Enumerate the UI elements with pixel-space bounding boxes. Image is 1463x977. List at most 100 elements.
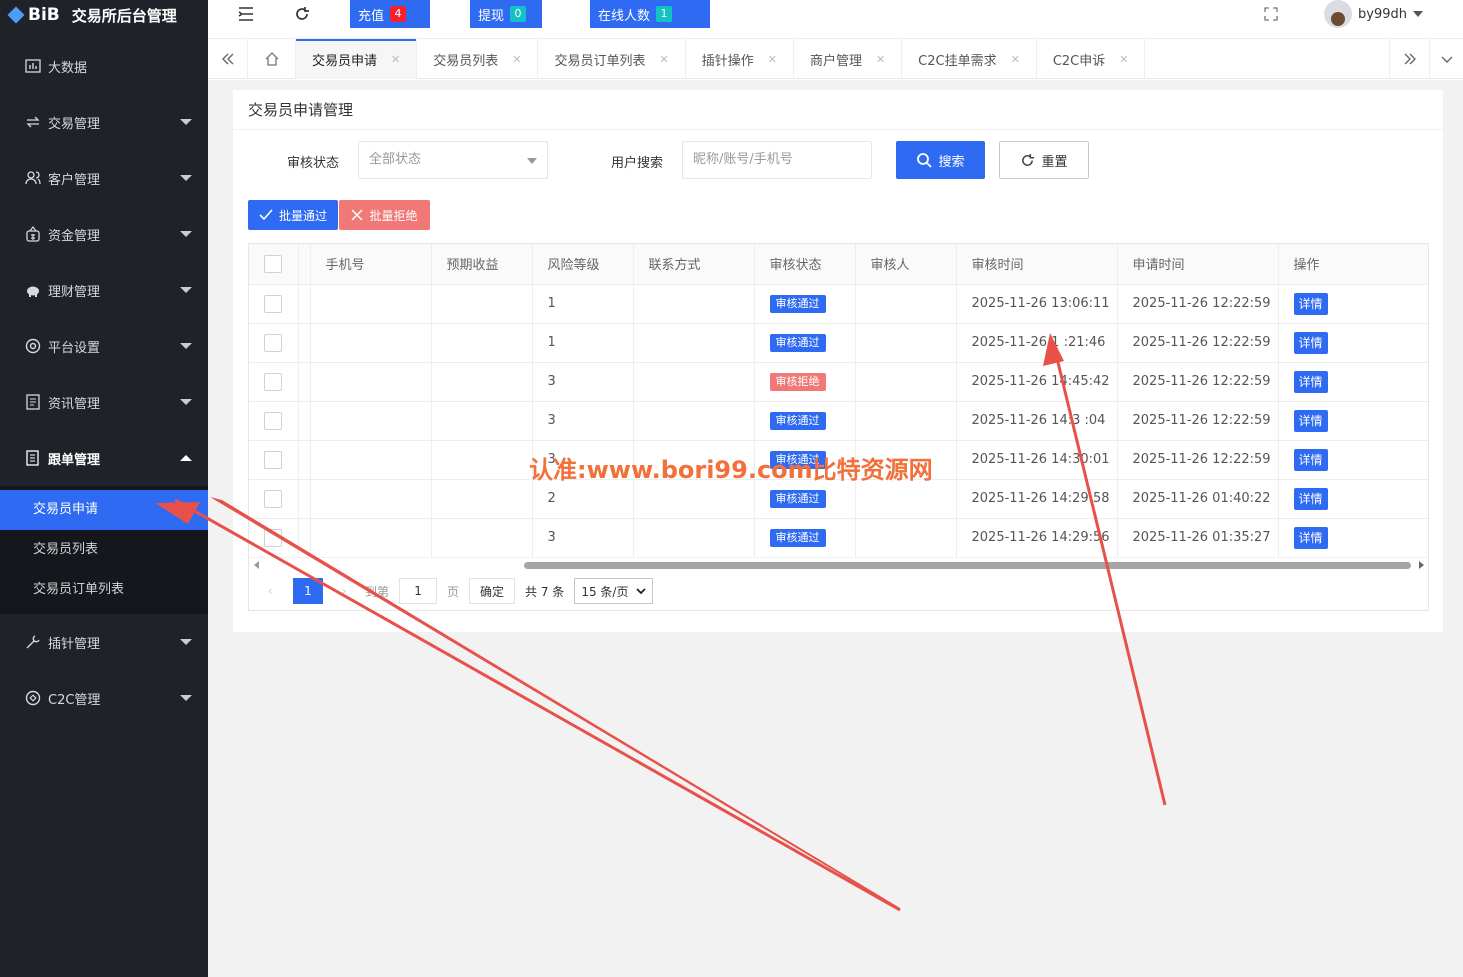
status-select[interactable]: 全部状态 <box>358 141 548 179</box>
search-button[interactable]: 搜索 <box>896 141 985 179</box>
tab-trader-orders[interactable]: 交易员订单列表 ✕ <box>538 39 686 79</box>
row-checkbox[interactable] <box>264 450 282 469</box>
sidebar-item-funds[interactable]: 资金管理 <box>0 206 208 262</box>
batch-reject-button[interactable]: 批量拒绝 <box>339 200 430 230</box>
row-checkbox[interactable] <box>264 294 282 313</box>
detail-button[interactable]: 详情 <box>1293 448 1328 471</box>
reset-button[interactable]: 重置 <box>999 141 1089 179</box>
close-icon[interactable]: ✕ <box>659 53 668 66</box>
row-checkbox[interactable] <box>264 528 282 547</box>
status-cell: 审核通过 <box>754 323 856 363</box>
sidebar-item-trade[interactable]: 交易管理 <box>0 94 208 150</box>
sidebar-item-pin[interactable]: 插针管理 <box>0 614 208 670</box>
row-checkbox[interactable] <box>264 333 282 352</box>
detail-button[interactable]: 详情 <box>1293 292 1328 315</box>
sidebar-item-big-data[interactable]: 大数据 <box>0 38 208 94</box>
batch-approve-button[interactable]: 批量通过 <box>248 200 338 230</box>
page-size-select[interactable]: 15 条/页 <box>574 578 654 604</box>
double-chevron-right-icon <box>1404 53 1416 65</box>
close-icon[interactable]: ✕ <box>1011 53 1020 66</box>
app-title: 交易所后台管理 <box>71 6 177 25</box>
status-badge: 审核通过 <box>769 528 826 547</box>
contact-cell <box>633 323 755 363</box>
tab-trader-list[interactable]: 交易员列表 ✕ <box>417 39 539 79</box>
refresh-icon[interactable] <box>292 4 312 24</box>
row-checkbox[interactable] <box>264 411 282 430</box>
tab-label: 商户管理 <box>809 53 862 69</box>
logo-text: BiB <box>28 5 60 25</box>
online-badge: 1 <box>656 6 673 22</box>
column-header: 风险等级 <box>532 244 634 285</box>
submenu-copy-trading: 交易员申请 交易员列表 交易员订单列表 <box>0 486 208 614</box>
close-icon[interactable]: ✕ <box>512 53 521 66</box>
tab-menu-button[interactable] <box>1429 39 1463 79</box>
reviewer-cell <box>855 284 957 324</box>
confirm-page-button[interactable]: 确定 <box>469 578 516 604</box>
online-users-button[interactable]: 在线人数 1 <box>590 0 710 28</box>
tab-c2c-orders[interactable]: C2C挂单需求 ✕ <box>902 39 1037 79</box>
sidebar-subitem-trader-apply[interactable]: 交易员申请 <box>0 490 208 530</box>
spacer-cell <box>298 440 311 480</box>
select-all-checkbox[interactable] <box>264 254 282 273</box>
close-icon[interactable]: ✕ <box>1119 53 1128 66</box>
page-1-button[interactable]: 1 <box>293 578 323 604</box>
search-input[interactable]: 昵称/账号/手机号 <box>682 141 872 179</box>
sidebar-item-c2c[interactable]: C2C管理 <box>0 670 208 726</box>
sidebar-item-customer[interactable]: 客户管理 <box>0 150 208 206</box>
horizontal-scrollbar[interactable] <box>249 557 1428 571</box>
prev-page-button[interactable]: ‹ <box>257 578 283 604</box>
sidebar-item-copy-trading[interactable]: 跟单管理 <box>0 430 208 486</box>
next-page-button[interactable]: › <box>331 578 357 604</box>
applications-table: 手机号 预期收益 风险等级 联系方式 审核状态 审核人 审核时间 申请时间 操作… <box>248 243 1429 611</box>
scroll-right-arrow-icon[interactable] <box>1419 561 1424 569</box>
chevron-up-icon <box>180 455 192 461</box>
tab-home[interactable] <box>248 39 296 79</box>
withdraw-button[interactable]: 提现 0 <box>470 0 542 28</box>
sidebar-subitem-trader-list[interactable]: 交易员列表 <box>0 530 208 570</box>
detail-button[interactable]: 详情 <box>1293 370 1328 393</box>
tab-scroll-right-button[interactable] <box>1389 39 1429 79</box>
reviewer-cell <box>855 518 957 558</box>
row-checkbox[interactable] <box>264 372 282 391</box>
tab-trader-apply[interactable]: 交易员申请 ✕ <box>296 39 418 79</box>
apply-time-cell: 2025-11-26 12:22:59 <box>1117 362 1279 402</box>
contact-cell <box>633 518 755 558</box>
table-row: 1 审核通过 2025-11-26 1 :21:46 2025-11-26 12:22… <box>249 323 1428 363</box>
chevron-down-icon <box>527 158 537 164</box>
tab-c2c-appeal[interactable]: C2C申诉 ✕ <box>1037 39 1146 79</box>
sidebar-item-finance[interactable]: 理财管理 <box>0 262 208 318</box>
recharge-button[interactable]: 充值 4 <box>350 0 430 28</box>
tab-scroll-left-button[interactable] <box>208 39 248 79</box>
row-checkbox[interactable] <box>264 489 282 508</box>
c2c-icon <box>24 689 42 707</box>
close-icon[interactable]: ✕ <box>876 53 885 66</box>
fullscreen-icon[interactable] <box>1261 4 1281 24</box>
news-icon <box>24 393 42 411</box>
action-cell: 详情 <box>1278 284 1428 324</box>
row-select-cell <box>249 401 299 441</box>
double-chevron-left-icon <box>221 53 233 65</box>
sidebar-item-platform[interactable]: 平台设置 <box>0 318 208 374</box>
detail-button[interactable]: 详情 <box>1293 331 1328 354</box>
user-menu[interactable]: by99dh <box>1324 0 1423 28</box>
goto-page-input[interactable] <box>399 578 438 604</box>
scrollbar-thumb[interactable] <box>524 562 1411 569</box>
sidebar-item-news[interactable]: 资讯管理 <box>0 374 208 430</box>
row-select-cell <box>249 518 299 558</box>
close-icon[interactable]: ✕ <box>391 53 400 66</box>
row-select-cell <box>249 323 299 363</box>
detail-button[interactable]: 详情 <box>1293 526 1328 549</box>
detail-button[interactable]: 详情 <box>1293 409 1328 432</box>
risk-cell: 3 <box>532 401 634 441</box>
close-icon[interactable]: ✕ <box>768 53 777 66</box>
tab-pin-operation[interactable]: 插针操作 ✕ <box>686 39 794 79</box>
tab-merchant[interactable]: 商户管理 ✕ <box>794 39 903 79</box>
scroll-left-arrow-icon[interactable] <box>254 561 259 569</box>
sidebar-subitem-trader-orders[interactable]: 交易员订单列表 <box>0 570 208 610</box>
menu-toggle-icon[interactable] <box>236 4 256 24</box>
detail-button[interactable]: 详情 <box>1293 487 1328 510</box>
wallet-icon <box>24 225 42 243</box>
page-size-value: 15 条/页 <box>581 584 629 599</box>
status-filter-label: 审核状态 <box>287 156 340 171</box>
review-time-cell: 2025-11-26 13:06:11 <box>956 284 1118 324</box>
